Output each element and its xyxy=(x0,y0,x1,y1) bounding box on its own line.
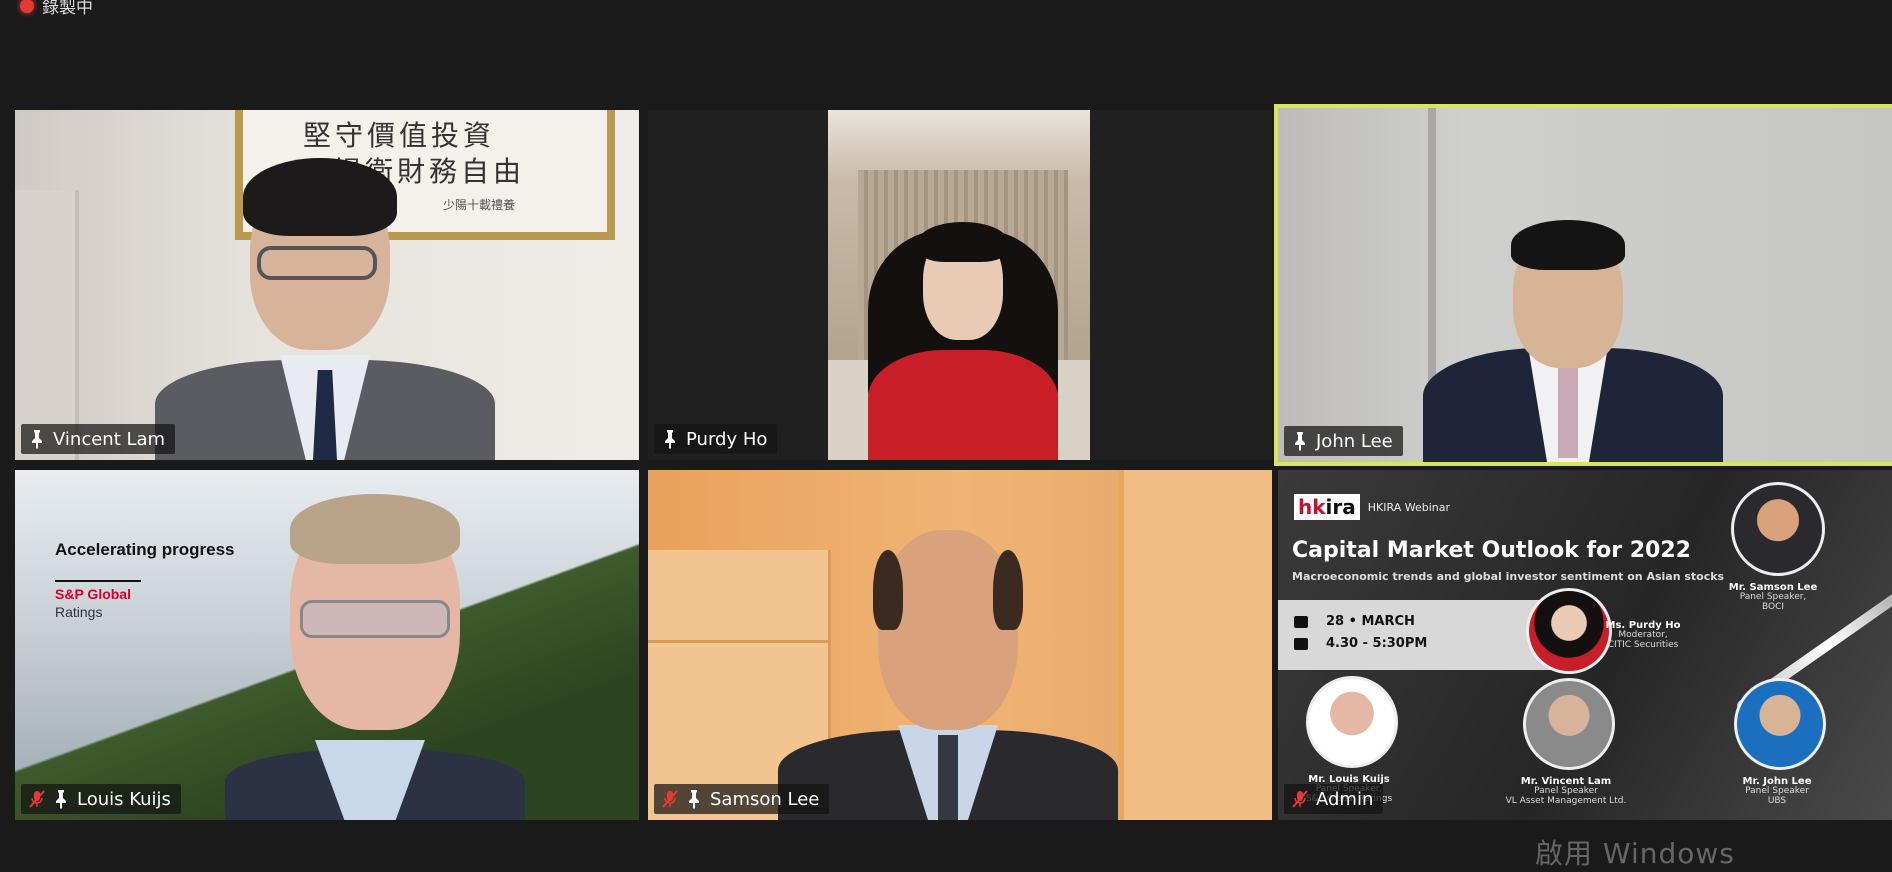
pin-icon[interactable] xyxy=(662,429,678,449)
person-samson xyxy=(778,530,1118,820)
slide-description: Macroeconomic trends and global investor… xyxy=(1292,570,1725,583)
speaker-photo-vincent xyxy=(1523,678,1615,770)
muted-mic-icon xyxy=(29,789,45,809)
video-tile-purdy-ho[interactable]: Purdy Ho xyxy=(648,110,1272,460)
chat-icon xyxy=(1294,638,1308,650)
door-frame xyxy=(1118,470,1272,820)
participant-name: Admin xyxy=(1316,788,1374,810)
speaker-photo-samson xyxy=(1731,482,1825,576)
muted-mic-icon xyxy=(662,789,678,809)
video-feed: 堅守價值投資 揚衛財務自由 少陽十載禮養 xyxy=(15,110,639,460)
nametag: Purdy Ho xyxy=(654,424,778,454)
slide-time: 4.30 - 5:30PM xyxy=(1326,636,1428,651)
speaker-caption-john: Mr. John Lee Panel Speaker UBS xyxy=(1742,776,1812,806)
video-feed xyxy=(648,470,1272,820)
background-brand: S&P Global xyxy=(55,586,131,602)
speaker-photo-louis xyxy=(1306,676,1398,768)
background-headline: Accelerating progress xyxy=(55,540,235,559)
pin-icon[interactable] xyxy=(686,789,702,809)
participant-name: Samson Lee xyxy=(710,788,820,810)
recording-indicator: 錄製中 xyxy=(20,0,93,18)
calligraphy-line-1: 堅守價值投資 xyxy=(303,119,496,152)
person-purdy xyxy=(848,200,1078,460)
hkira-logo: hkira HKIRA Webinar xyxy=(1294,494,1450,520)
nametag: Admin xyxy=(1284,784,1384,814)
video-tile-john-lee[interactable]: John Lee xyxy=(1274,104,1892,466)
speaker-caption-samson: Mr. Samson Lee Panel Speaker, BOCI xyxy=(1728,582,1818,612)
muted-mic-icon xyxy=(1292,789,1308,809)
calendar-icon xyxy=(1294,616,1308,628)
pin-icon[interactable] xyxy=(1292,431,1308,451)
video-feed: Accelerating progress S&P Global Ratings xyxy=(15,470,639,820)
speaker-caption-purdy: Ms. Purdy Ho Moderator, CITIC Securities xyxy=(1605,620,1681,650)
brand-rule xyxy=(55,580,141,582)
video-feed xyxy=(1278,108,1892,462)
participant-name: John Lee xyxy=(1316,430,1393,452)
nametag: Louis Kuijs xyxy=(21,784,181,814)
participant-name: Vincent Lam xyxy=(53,428,166,450)
shelf xyxy=(15,190,79,460)
person-john xyxy=(1413,218,1753,462)
video-tile-admin[interactable]: hkira HKIRA Webinar Capital Market Outlo… xyxy=(1278,470,1892,820)
video-tile-louis-kuijs[interactable]: Accelerating progress S&P Global Ratings… xyxy=(15,470,639,820)
pin-icon[interactable] xyxy=(53,789,69,809)
video-tile-samson-lee[interactable]: Samson Lee xyxy=(648,470,1272,820)
windows-activation-watermark: 啟用 Windows xyxy=(1535,837,1735,870)
speaker-photo-john xyxy=(1734,678,1826,770)
person-louis xyxy=(215,494,535,820)
slide-subtitle: HKIRA Webinar xyxy=(1367,500,1450,514)
speaker-caption-vincent: Mr. Vincent Lam Panel Speaker VL Asset M… xyxy=(1505,776,1627,806)
video-feed xyxy=(828,110,1090,460)
recording-label: 錄製中 xyxy=(42,0,93,18)
recording-dot-icon xyxy=(20,0,34,13)
slide-title: Capital Market Outlook for 2022 xyxy=(1292,538,1691,563)
nametag: Vincent Lam xyxy=(21,424,176,454)
video-tile-vincent-lam[interactable]: 堅守價值投資 揚衛財務自由 少陽十載禮養 Vincent Lam xyxy=(15,110,639,460)
pin-icon[interactable] xyxy=(29,429,45,449)
background-brand-sub: Ratings xyxy=(55,604,103,620)
nametag: Samson Lee xyxy=(654,784,830,814)
slide-date: 28 • MARCH xyxy=(1326,614,1415,629)
participant-name: Louis Kuijs xyxy=(77,788,171,810)
webinar-slide: hkira HKIRA Webinar Capital Market Outlo… xyxy=(1278,470,1892,820)
nametag: John Lee xyxy=(1284,426,1403,456)
participant-name: Purdy Ho xyxy=(686,428,768,450)
person-vincent xyxy=(135,150,515,460)
